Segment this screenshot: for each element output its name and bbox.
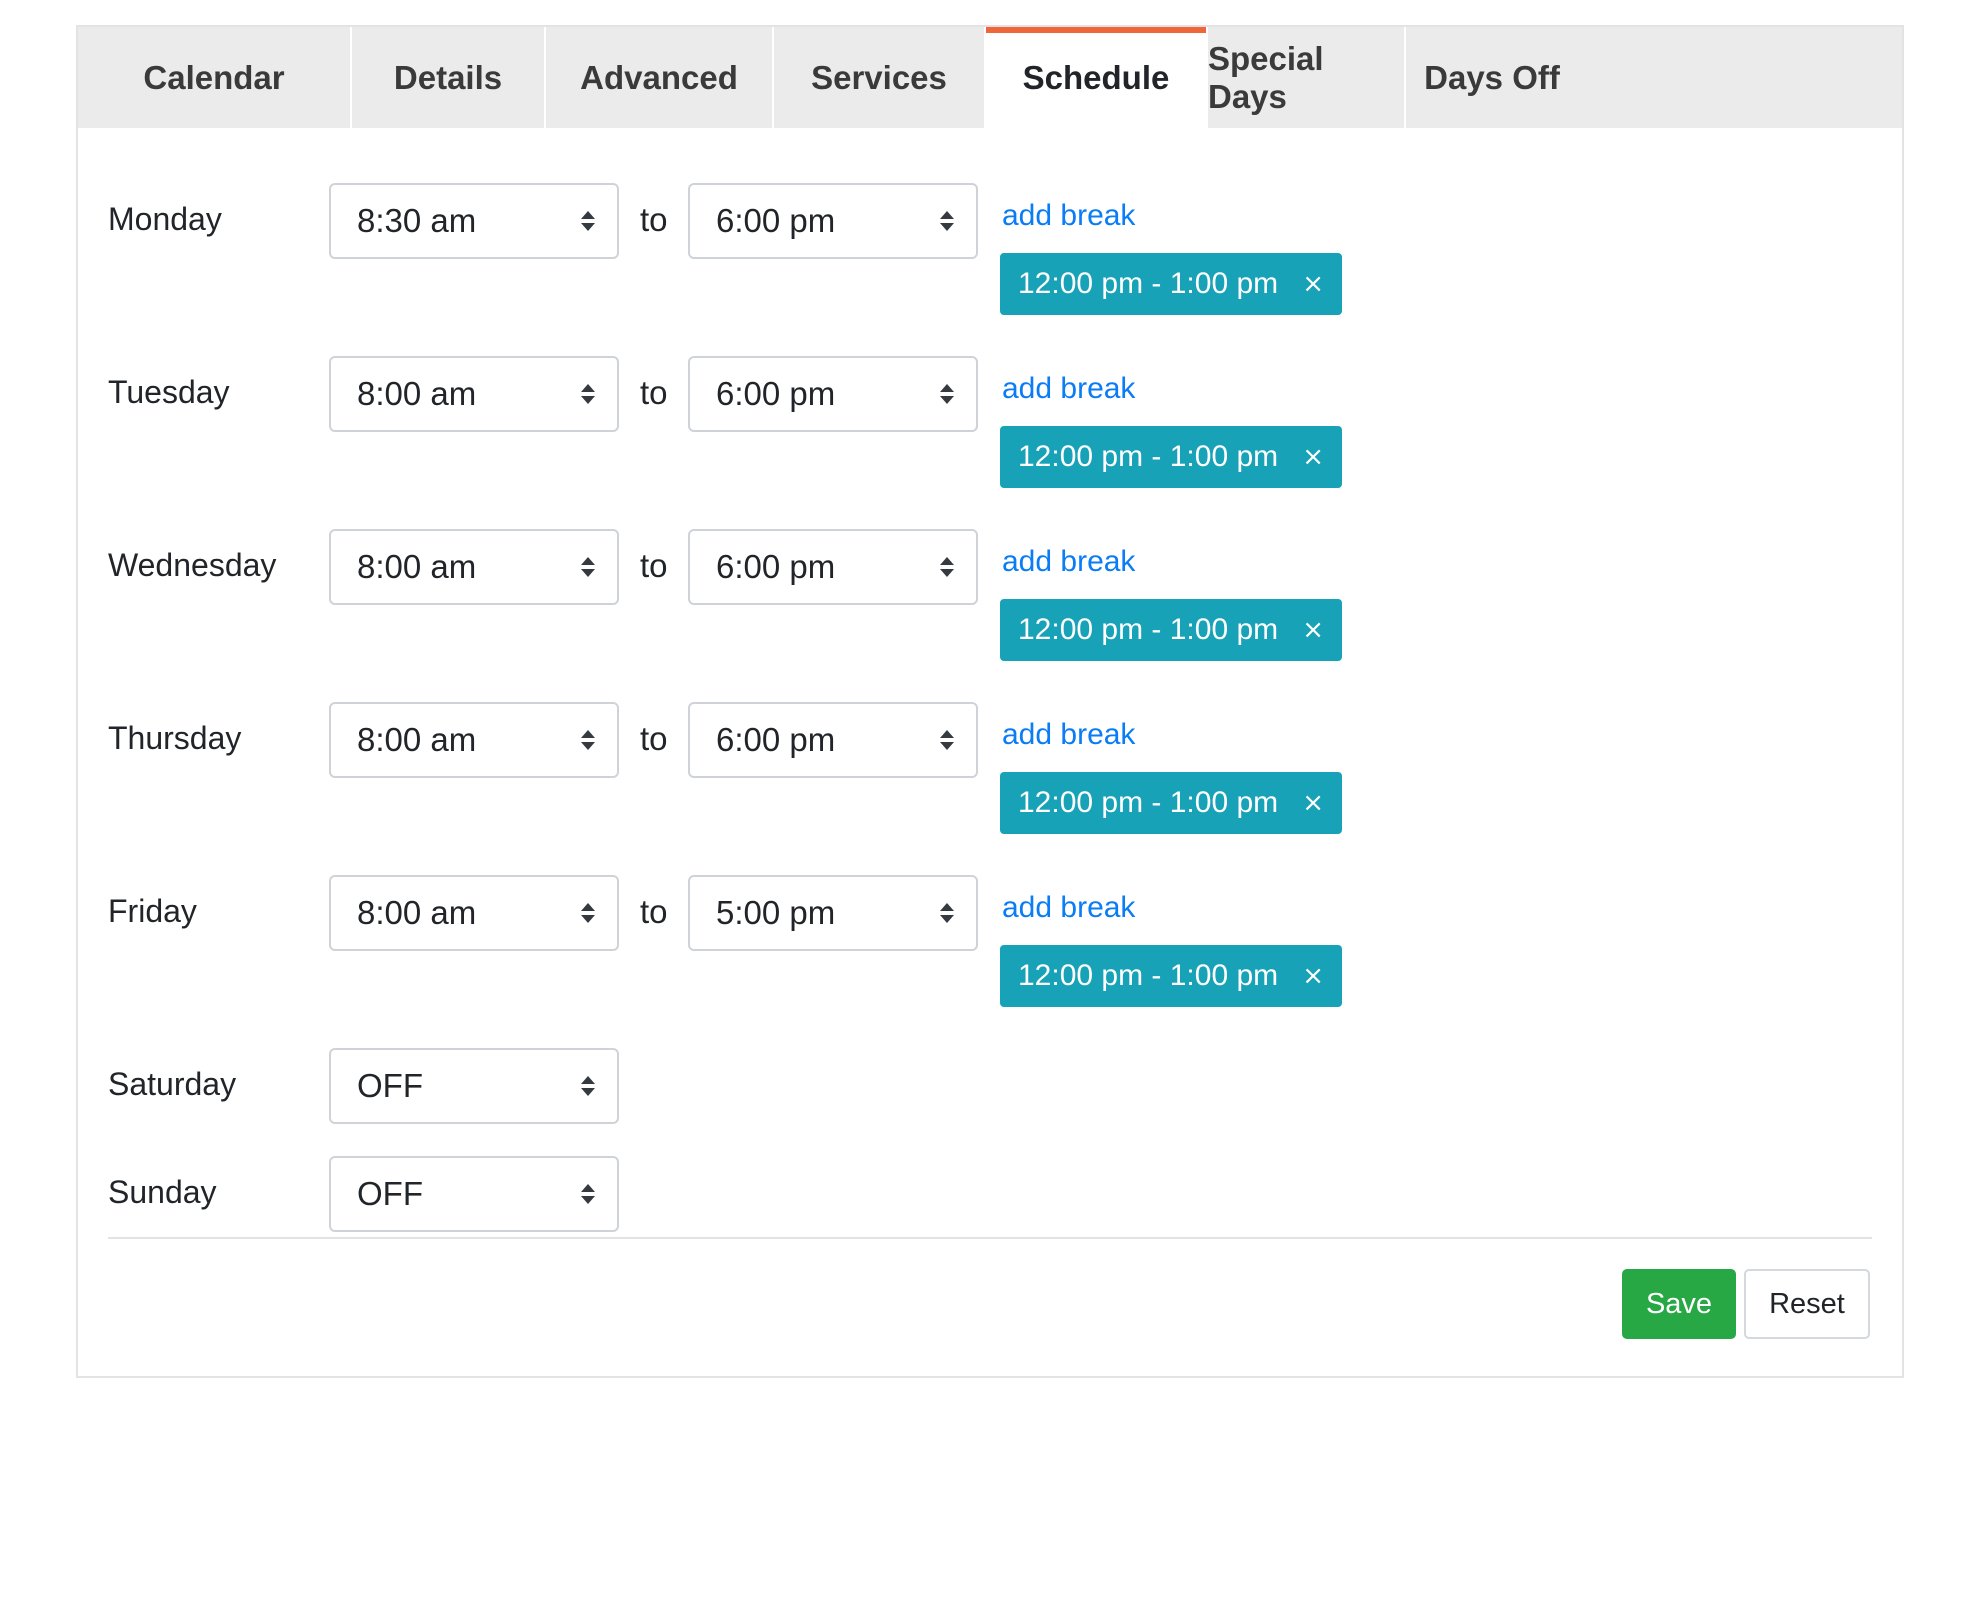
close-icon[interactable]: × — [1302, 788, 1324, 818]
break-badge: 12:00 pm - 1:00 pm × — [1000, 599, 1342, 661]
start-time-select[interactable]: 8:00 am — [329, 702, 619, 778]
start-time-select[interactable]: 8:00 am — [329, 356, 619, 432]
break-time-label: 12:00 pm - 1:00 pm — [1018, 959, 1279, 992]
start-time-select[interactable]: OFF — [329, 1048, 619, 1124]
add-break-link[interactable]: add break — [1002, 199, 1135, 233]
day-label: Wednesday — [108, 547, 277, 583]
tab-bar: Calendar Details Advanced Services Schedule S… — [78, 27, 1902, 128]
end-time-select[interactable]: 5:00 pm — [688, 875, 978, 951]
sort-arrows-icon — [940, 903, 954, 923]
reset-button[interactable]: Reset — [1744, 1269, 1870, 1339]
add-break-link[interactable]: add break — [1002, 545, 1135, 579]
select-value: 8:00 am — [357, 548, 477, 585]
to-label: to — [640, 893, 668, 930]
close-icon[interactable]: × — [1302, 442, 1324, 472]
start-time-select[interactable]: 8:00 am — [329, 529, 619, 605]
to-label: to — [640, 374, 668, 411]
start-time-select[interactable]: OFF — [329, 1156, 619, 1232]
tab-schedule[interactable]: Schedule — [986, 27, 1208, 128]
tab-services[interactable]: Services — [774, 27, 986, 128]
day-label: Tuesday — [108, 374, 230, 410]
break-time-label: 12:00 pm - 1:00 pm — [1018, 786, 1279, 819]
select-value: OFF — [357, 1175, 423, 1212]
break-time-label: 12:00 pm - 1:00 pm — [1018, 613, 1279, 646]
close-icon[interactable]: × — [1302, 269, 1324, 299]
select-value: 6:00 pm — [716, 548, 836, 585]
end-time-select[interactable]: 6:00 pm — [688, 183, 978, 259]
sort-arrows-icon — [940, 730, 954, 750]
select-value: 8:00 am — [357, 375, 477, 412]
sort-arrows-icon — [940, 557, 954, 577]
to-label: to — [640, 720, 668, 757]
day-label: Friday — [108, 893, 197, 929]
sort-arrows-icon — [581, 384, 595, 404]
close-icon[interactable]: × — [1302, 961, 1324, 991]
sort-arrows-icon — [581, 903, 595, 923]
close-icon[interactable]: × — [1302, 615, 1324, 645]
divider — [108, 1237, 1872, 1239]
sort-arrows-icon — [940, 211, 954, 231]
end-time-select[interactable]: 6:00 pm — [688, 702, 978, 778]
break-badge: 12:00 pm - 1:00 pm × — [1000, 426, 1342, 488]
select-value: 6:00 pm — [716, 721, 836, 758]
end-time-select[interactable]: 6:00 pm — [688, 529, 978, 605]
sort-arrows-icon — [940, 384, 954, 404]
day-label: Sunday — [108, 1174, 217, 1210]
to-label: to — [640, 547, 668, 584]
select-value: 8:00 am — [357, 894, 477, 931]
add-break-link[interactable]: add break — [1002, 718, 1135, 752]
save-button[interactable]: Save — [1622, 1269, 1736, 1339]
tab-details[interactable]: Details — [352, 27, 546, 128]
add-break-link[interactable]: add break — [1002, 372, 1135, 406]
break-badge: 12:00 pm - 1:00 pm × — [1000, 772, 1342, 834]
select-value: 6:00 pm — [716, 375, 836, 412]
day-label: Saturday — [108, 1066, 237, 1102]
add-break-link[interactable]: add break — [1002, 891, 1135, 925]
select-value: 8:00 am — [357, 721, 477, 758]
to-label: to — [640, 201, 668, 238]
break-time-label: 12:00 pm - 1:00 pm — [1018, 267, 1279, 300]
sort-arrows-icon — [581, 211, 595, 231]
tab-days-off[interactable]: Days Off — [1406, 27, 1578, 128]
end-time-select[interactable]: 6:00 pm — [688, 356, 978, 432]
select-value: OFF — [357, 1067, 423, 1104]
start-time-select[interactable]: 8:00 am — [329, 875, 619, 951]
select-value: 8:30 am — [357, 202, 477, 239]
schedule-panel: Calendar Details Advanced Services Schedule S… — [76, 25, 1904, 1378]
sort-arrows-icon — [581, 557, 595, 577]
tab-calendar[interactable]: Calendar — [78, 27, 352, 128]
break-badge: 12:00 pm - 1:00 pm × — [1000, 945, 1342, 1007]
day-label: Monday — [108, 201, 222, 237]
sort-arrows-icon — [581, 730, 595, 750]
tab-advanced[interactable]: Advanced — [546, 27, 774, 128]
sort-arrows-icon — [581, 1184, 595, 1204]
day-label: Thursday — [108, 720, 242, 756]
sort-arrows-icon — [581, 1076, 595, 1096]
break-badge: 12:00 pm - 1:00 pm × — [1000, 253, 1342, 315]
select-value: 6:00 pm — [716, 202, 836, 239]
select-value: 5:00 pm — [716, 894, 836, 931]
tab-special-days[interactable]: Special Days — [1208, 27, 1406, 128]
break-time-label: 12:00 pm - 1:00 pm — [1018, 440, 1279, 473]
start-time-select[interactable]: 8:30 am — [329, 183, 619, 259]
